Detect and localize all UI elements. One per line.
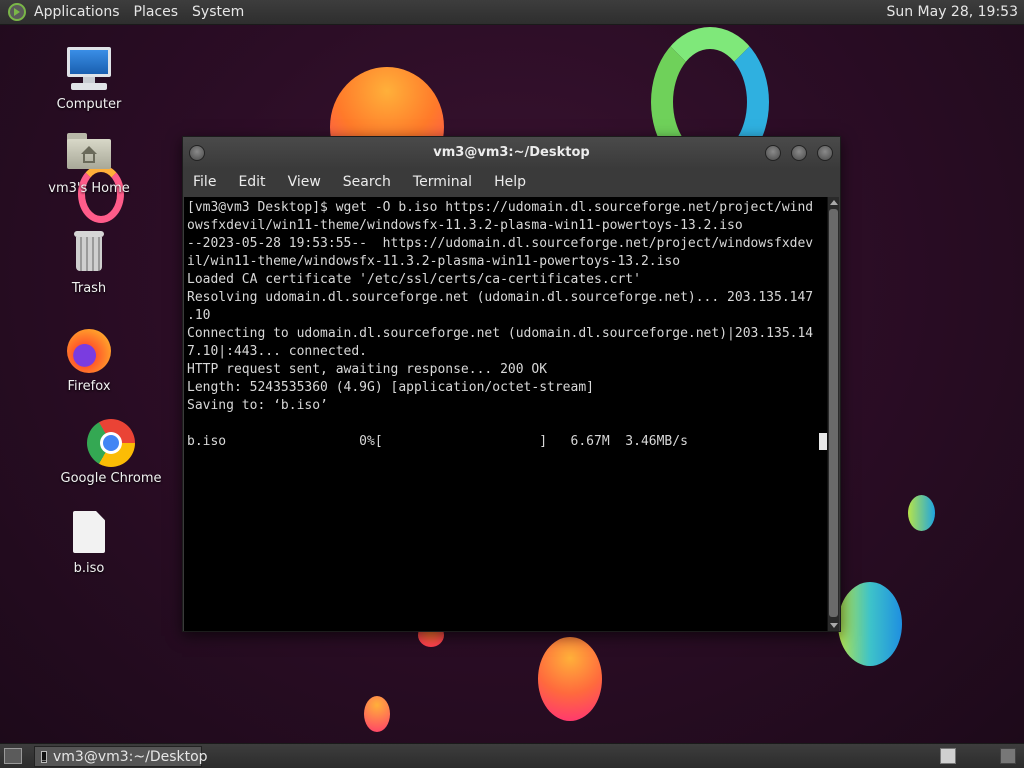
- terminal-line: Connecting to udomain.dl.sourceforge.net…: [187, 326, 814, 341]
- trash-applet-icon[interactable]: [1000, 748, 1016, 764]
- progress-text: b.iso 0%[ ] 6.67M 3.46MB/s: [187, 434, 688, 449]
- desktop-icon-label: Trash: [71, 281, 107, 296]
- trash-icon: [65, 229, 113, 277]
- terminal-line: il/win11-theme/windowsfx-11.3.2-plasma-w…: [187, 254, 681, 269]
- desktop-icon-label: Computer: [56, 97, 122, 112]
- terminal-output[interactable]: [vm3@vm3 Desktop]$ wget -O b.iso https:/…: [184, 197, 829, 631]
- scroll-down-icon[interactable]: [830, 623, 838, 628]
- decorative-small-pink-orb: [364, 696, 390, 732]
- top-panel: Applications Places System Sun May 28, 1…: [0, 0, 1024, 25]
- taskbar-item-label: vm3@vm3:~/Desktop: [53, 748, 208, 765]
- workspace-switcher[interactable]: [940, 748, 956, 764]
- terminal-window[interactable]: vm3@vm3:~/Desktop File Edit View Search …: [182, 136, 841, 632]
- terminal-line: Length: 5243535360 (4.9G) [application/o…: [187, 380, 594, 395]
- close-icon[interactable]: [817, 145, 833, 161]
- menu-applications[interactable]: Applications: [34, 4, 120, 20]
- decorative-pink-orb: [538, 637, 602, 721]
- desktop-icon-home[interactable]: vm3's Home: [34, 129, 144, 196]
- terminal-scrollbar[interactable]: [827, 197, 839, 631]
- home-folder-icon: [65, 129, 113, 177]
- menu-places[interactable]: Places: [134, 4, 179, 20]
- menu-search[interactable]: Search: [343, 174, 391, 190]
- terminal-titlebar[interactable]: vm3@vm3:~/Desktop: [183, 137, 840, 169]
- terminal-line: 7.10|:443... connected.: [187, 344, 368, 359]
- terminal-line: Saving to: ‘b.iso’: [187, 398, 328, 413]
- window-title: vm3@vm3:~/Desktop: [433, 145, 590, 160]
- taskbar-item-terminal[interactable]: _ vm3@vm3:~/Desktop: [34, 746, 208, 767]
- terminal-icon: _: [41, 750, 47, 763]
- terminal-line: --2023-05-28 19:53:55-- https://udomain.…: [187, 236, 814, 251]
- menu-terminal[interactable]: Terminal: [413, 174, 472, 190]
- desktop-icon-b-iso[interactable]: b.iso: [34, 509, 144, 576]
- distro-logo-icon[interactable]: [8, 3, 26, 21]
- terminal-line: ​: [187, 415, 827, 433]
- terminal-cursor: [819, 433, 827, 450]
- menu-file[interactable]: File: [193, 174, 216, 190]
- menu-view[interactable]: View: [288, 174, 321, 190]
- terminal-line: Loaded CA certificate '/etc/ssl/certs/ca…: [187, 272, 641, 287]
- desktop-icon-label: b.iso: [73, 561, 105, 576]
- chrome-icon: [87, 419, 135, 467]
- desktop-icon-firefox[interactable]: Firefox: [34, 327, 144, 394]
- bottom-panel: _ vm3@vm3:~/Desktop: [0, 743, 1024, 768]
- desktop-icon-trash[interactable]: Trash: [34, 229, 144, 296]
- menu-system[interactable]: System: [192, 4, 244, 20]
- file-icon: [65, 509, 113, 557]
- scrollbar-thumb[interactable]: [829, 209, 838, 617]
- terminal-progress-line: b.iso 0%[ ] 6.67M 3.46MB/s: [187, 433, 827, 451]
- desktop-icon-label: Google Chrome: [60, 471, 162, 486]
- terminal-line: owsfxdevil/win11-theme/windowsfx-11.3.2-…: [187, 218, 743, 233]
- terminal-menubar: File Edit View Search Terminal Help: [183, 169, 840, 195]
- decorative-large-green-blue-orb: [838, 582, 902, 666]
- computer-icon: [65, 45, 113, 93]
- scroll-up-icon[interactable]: [830, 200, 838, 205]
- menu-help[interactable]: Help: [494, 174, 526, 190]
- clock[interactable]: Sun May 28, 19:53: [886, 4, 1018, 20]
- terminal-line: Resolving udomain.dl.sourceforge.net (ud…: [187, 290, 814, 305]
- maximize-icon[interactable]: [791, 145, 807, 161]
- terminal-line: .10: [187, 308, 211, 323]
- minimize-icon[interactable]: [765, 145, 781, 161]
- terminal-line: [vm3@vm3 Desktop]$ wget -O b.iso https:/…: [187, 200, 814, 215]
- desktop-icon-computer[interactable]: Computer: [34, 45, 144, 112]
- desktop-icon-chrome[interactable]: Google Chrome: [56, 419, 166, 486]
- show-desktop-icon[interactable]: [4, 748, 22, 764]
- desktop-icon-label: Firefox: [67, 379, 111, 394]
- firefox-icon: [65, 327, 113, 375]
- decorative-green-blue-orb: [908, 495, 935, 531]
- desktop-icon-label: vm3's Home: [48, 181, 130, 196]
- menu-edit[interactable]: Edit: [238, 174, 265, 190]
- terminal-line: HTTP request sent, awaiting response... …: [187, 362, 548, 377]
- window-menu-icon[interactable]: [189, 145, 205, 161]
